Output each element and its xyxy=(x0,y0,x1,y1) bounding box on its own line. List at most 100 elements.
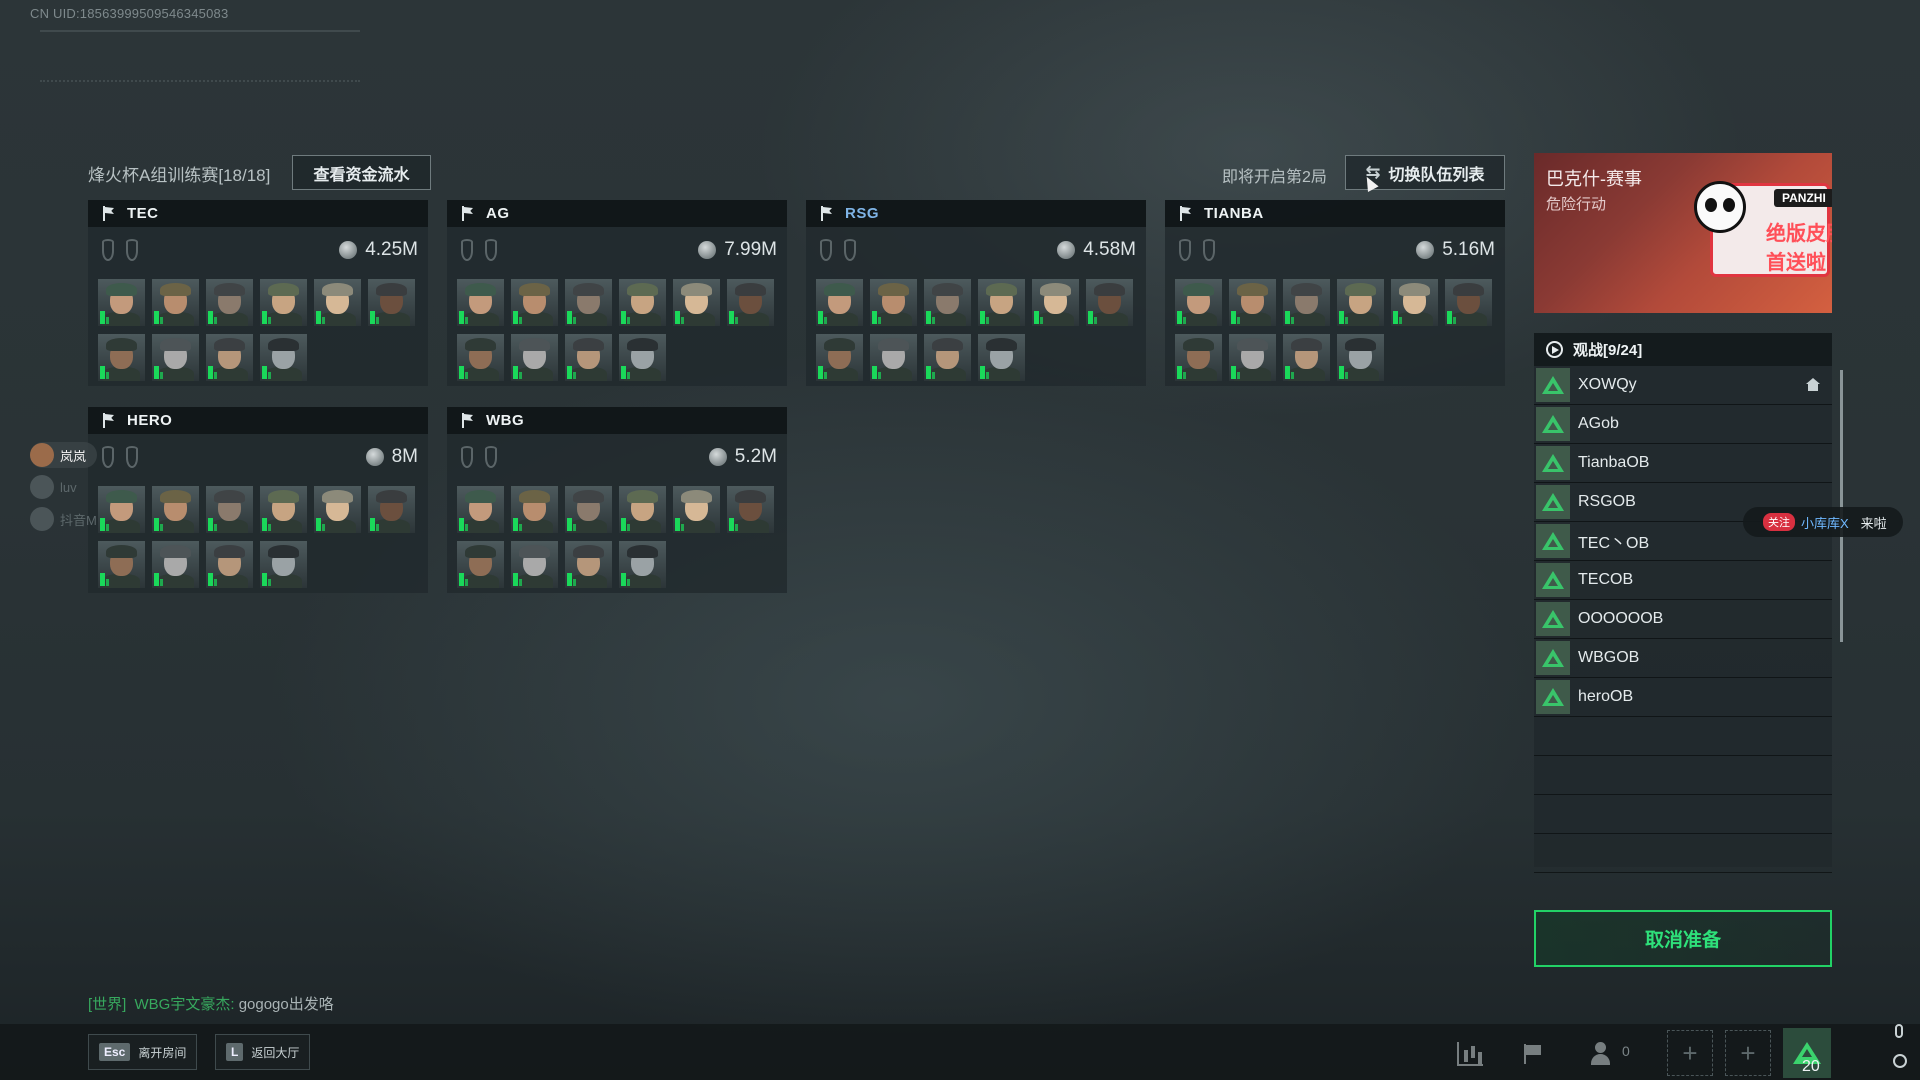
operator-portrait xyxy=(1229,279,1276,326)
operator-portrait xyxy=(511,334,558,381)
team-stats: 8M xyxy=(88,434,428,480)
operator-portrait xyxy=(727,279,774,326)
add-slot-button[interactable]: + xyxy=(1725,1030,1771,1076)
stats-chart-icon[interactable] xyxy=(1457,1042,1483,1066)
team-money: 7.99M xyxy=(724,239,777,260)
team-header: RSG xyxy=(806,200,1146,227)
spectator-row[interactable]: XOWQy xyxy=(1534,366,1832,405)
spectator-list: XOWQy AGob TianbaOB RSGOB TEC丶OB TECOB O… xyxy=(1534,366,1832,873)
flag-icon xyxy=(461,206,474,221)
triangle-logo-icon xyxy=(1542,649,1564,667)
back-to-lobby-button[interactable]: L 返回大厅 xyxy=(215,1034,311,1070)
friends-count: 0 xyxy=(1622,1043,1630,1059)
team-stats: 5.16M xyxy=(1165,227,1505,273)
leave-room-button[interactable]: Esc 离开房间 xyxy=(88,1034,198,1070)
shield-icon xyxy=(485,239,497,261)
operator-portrait xyxy=(206,279,253,326)
team-money: 5.16M xyxy=(1442,239,1495,260)
team-card[interactable]: TEC 4.25M xyxy=(88,200,428,386)
avatar xyxy=(1536,446,1570,480)
fund-flow-button[interactable]: 查看资金流水 xyxy=(292,155,431,190)
operator-portrait xyxy=(619,334,666,381)
team-header: TEC xyxy=(88,200,428,227)
triangle-logo-icon xyxy=(1542,454,1564,472)
operator-portrait xyxy=(565,334,612,381)
spectator-row[interactable]: AGob xyxy=(1534,405,1832,444)
spectator-name: WBGOB xyxy=(1578,649,1640,666)
match-title: 烽火杯A组训练赛[18/18] xyxy=(88,166,271,185)
spectator-name: OOOOOOB xyxy=(1578,610,1664,627)
team-money: 4.58M xyxy=(1083,239,1136,260)
operator-portrait xyxy=(565,541,612,588)
operator-portrait xyxy=(619,486,666,533)
operator-portrait xyxy=(314,486,361,533)
operator-portrait xyxy=(1086,279,1133,326)
operator-portrait xyxy=(98,541,145,588)
follow-user: 小库库X xyxy=(1801,515,1849,531)
operator-portrait xyxy=(1175,279,1222,326)
operator-portrait xyxy=(978,279,1025,326)
operator-portrait xyxy=(368,279,415,326)
operator-portrait xyxy=(619,279,666,326)
back-lobby-label: 返回大厅 xyxy=(251,1045,300,1060)
operator-portrait xyxy=(1391,279,1438,326)
operator-portrait xyxy=(206,541,253,588)
operator-portrait xyxy=(98,279,145,326)
player-level: 20 xyxy=(1802,1058,1820,1075)
friends-icon[interactable] xyxy=(1590,1042,1616,1066)
shield-icon xyxy=(126,239,138,261)
shield-icon xyxy=(126,446,138,468)
viewer-overlay: 岚岚 luv 抖音M xyxy=(30,442,97,538)
viewer-item: luv xyxy=(30,474,97,500)
empty-spectator-slot xyxy=(1534,834,1832,873)
spectator-row[interactable]: TECOB xyxy=(1534,561,1832,600)
team-name: WBG xyxy=(486,412,525,429)
empty-spectator-slot xyxy=(1534,756,1832,795)
team-card[interactable]: AG 7.99M xyxy=(447,200,787,386)
settings-icon[interactable] xyxy=(1893,1054,1907,1068)
spectator-row[interactable]: TianbaOB xyxy=(1534,444,1832,483)
team-name: AG xyxy=(486,205,510,222)
operator-roster xyxy=(806,273,1136,381)
team-card[interactable]: WBG 5.2M xyxy=(447,407,787,593)
avatar xyxy=(1536,680,1570,714)
promo-title: 巴克什-赛事 xyxy=(1546,169,1642,189)
streamer-promo-card[interactable]: 巴克什-赛事 危险行动 PANZHI 绝版皮肤 首送啦 xyxy=(1534,153,1832,313)
operator-portrait xyxy=(98,334,145,381)
cancel-ready-button[interactable]: 取消准备 xyxy=(1534,910,1832,967)
team-money: 8M xyxy=(391,446,418,467)
team-stats: 4.58M xyxy=(806,227,1146,273)
team-card[interactable]: TIANBA 5.16M xyxy=(1165,200,1505,386)
spectator-row[interactable]: WBGOB xyxy=(1534,639,1832,678)
operator-portrait xyxy=(1229,334,1276,381)
spectator-scrollbar[interactable] xyxy=(1840,370,1843,642)
team-card[interactable]: HERO 8M xyxy=(88,407,428,593)
operator-roster xyxy=(447,273,777,381)
operator-portrait xyxy=(152,486,199,533)
triangle-logo-icon xyxy=(1542,493,1564,511)
avatar xyxy=(1536,524,1570,558)
promo-slogan: 绝版皮肤 首送啦 xyxy=(1766,223,1832,274)
operator-portrait xyxy=(260,541,307,588)
microphone-icon[interactable] xyxy=(1895,1024,1903,1038)
operator-roster xyxy=(88,480,418,588)
spectator-row[interactable]: heroOB xyxy=(1534,678,1832,717)
team-card[interactable]: RSG 4.58M xyxy=(806,200,1146,386)
coin-icon xyxy=(698,241,717,259)
team-name: TEC xyxy=(127,205,159,222)
plus-icon: + xyxy=(1682,1037,1698,1068)
add-slot-button[interactable]: + xyxy=(1667,1030,1713,1076)
triangle-logo-icon xyxy=(1542,415,1564,433)
spectator-row[interactable]: OOOOOOB xyxy=(1534,600,1832,639)
viewer-item: 抖音M xyxy=(30,506,97,532)
operator-portrait xyxy=(260,279,307,326)
operator-roster xyxy=(88,273,418,381)
flag-icon xyxy=(1179,206,1192,221)
operator-portrait xyxy=(565,486,612,533)
chat-text: gogogo出发咯 xyxy=(238,996,334,1013)
operator-portrait xyxy=(206,334,253,381)
triangle-logo-icon xyxy=(1542,376,1564,394)
operator-portrait xyxy=(1283,279,1330,326)
flag-icon[interactable] xyxy=(1520,1042,1546,1066)
operator-portrait xyxy=(511,541,558,588)
